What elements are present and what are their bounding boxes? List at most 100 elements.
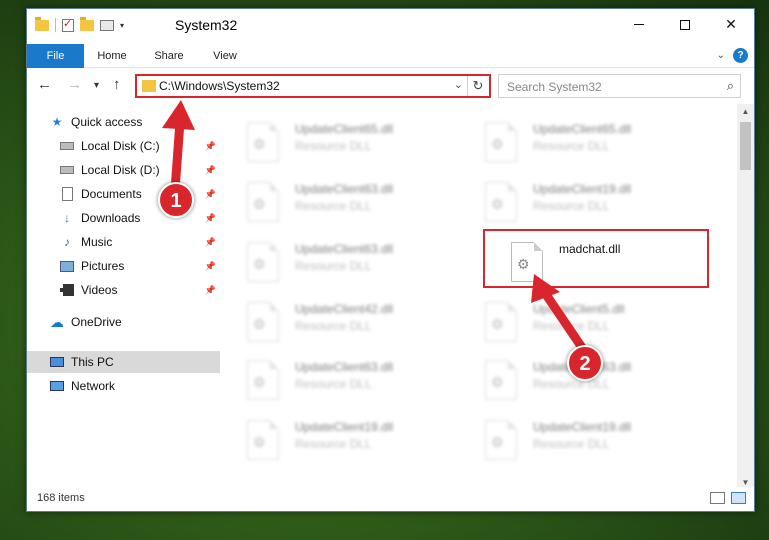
tab-home[interactable]: Home <box>89 44 135 68</box>
dll-file-icon: ⚙ <box>485 420 517 460</box>
minimize-icon <box>634 24 644 25</box>
file-name: UpdateClient19.dll <box>533 182 632 196</box>
back-arrow-icon[interactable]: ← <box>37 76 52 93</box>
file-item[interactable]: ⚙ UpdateClient65.dll Resource DLL <box>223 112 453 164</box>
minimize-button[interactable] <box>616 9 662 40</box>
file-name: UpdateClient65.dll <box>533 122 632 136</box>
sidebar-item-this-pc[interactable]: This PC <box>27 351 220 373</box>
file-type: Resource DLL <box>295 437 372 451</box>
sidebar-item-label: OneDrive <box>71 315 122 329</box>
item-count: 168 items <box>37 492 85 504</box>
sidebar-item-network[interactable]: Network <box>27 375 220 397</box>
search-icon[interactable]: ⌕ <box>727 78 734 94</box>
refresh-icon[interactable]: ↻ <box>467 76 488 96</box>
search-placeholder: Search System32 <box>507 80 602 94</box>
step-2-badge: 2 <box>567 345 603 381</box>
dll-file-icon: ⚙ <box>247 360 279 400</box>
vertical-scrollbar[interactable]: ▲ ▼ <box>737 104 754 491</box>
file-item[interactable]: ⚙ UpdateClient5.dll Resource DLL <box>461 292 691 344</box>
sidebar-item-videos[interactable]: Videos 📌 <box>27 279 220 301</box>
forward-arrow-icon[interactable]: → <box>67 76 82 93</box>
file-item[interactable]: ⚙ UpdateClient63.dll Resource DLL <box>223 232 453 284</box>
dll-file-icon: ⚙ <box>247 122 279 162</box>
scrollbar-thumb[interactable] <box>740 122 751 170</box>
dll-file-icon: ⚙ <box>485 122 517 162</box>
file-item[interactable]: ⚙ UpdateClient19.dll Resource DLL <box>461 410 691 462</box>
pin-icon[interactable]: 📌 <box>205 261 216 272</box>
sidebar-item-label: Music <box>81 235 113 249</box>
sidebar-item-downloads[interactable]: ↓ Downloads 📌 <box>27 207 220 229</box>
sidebar-item-label: Quick access <box>71 115 143 129</box>
sidebar-item-local-disk-d[interactable]: Local Disk (D:) 📌 <box>27 159 220 181</box>
sidebar-item-label: Documents <box>81 187 142 201</box>
expand-ribbon-icon[interactable]: ⌄ <box>717 50 725 61</box>
videos-icon <box>59 283 75 297</box>
properties-icon[interactable] <box>100 19 114 31</box>
status-bar: 168 items <box>27 487 754 511</box>
sidebar-item-onedrive[interactable]: ☁ OneDrive <box>27 311 220 333</box>
file-item[interactable]: ⚙ UpdateClient65.dll Resource DLL <box>461 112 691 164</box>
file-item[interactable]: ⚙ UpdateClient63.dll Resource DLL <box>223 350 453 402</box>
pin-icon[interactable]: 📌 <box>205 189 216 200</box>
address-dropdown-icon[interactable]: ⌄ <box>454 78 463 91</box>
file-item[interactable]: ⚙ UpdateClient63.dll Resource DLL <box>223 172 453 224</box>
folder-icon <box>35 16 49 31</box>
maximize-button[interactable] <box>662 9 708 40</box>
sidebar-item-quick-access[interactable]: ★ Quick access <box>27 111 220 133</box>
address-bar[interactable]: C:\Windows\System32 ⌄ ↻ <box>135 74 491 98</box>
pin-icon[interactable]: 📌 <box>205 165 216 176</box>
music-icon: ♪ <box>64 235 70 249</box>
address-path[interactable]: C:\Windows\System32 <box>159 79 280 93</box>
sidebar-item-local-disk-c[interactable]: Local Disk (C:) 📌 <box>27 135 220 157</box>
sidebar-item-label: Local Disk (C:) <box>81 139 160 153</box>
network-icon <box>49 379 65 393</box>
file-name: UpdateClient19.dll <box>533 420 632 434</box>
search-input[interactable]: Search System32 ⌕ <box>498 74 741 98</box>
help-icon[interactable]: ? <box>733 48 748 63</box>
close-button[interactable]: ✕ <box>708 9 754 40</box>
pin-icon[interactable]: 📌 <box>205 237 216 248</box>
sidebar-item-music[interactable]: ♪ Music 📌 <box>27 231 220 253</box>
file-name: UpdateClient5.dll <box>533 302 625 316</box>
properties-check-icon[interactable] <box>62 17 74 32</box>
file-item[interactable]: ⚙ UpdateClient19.dll Resource DLL <box>461 172 691 224</box>
sidebar-item-pictures[interactable]: Pictures 📌 <box>27 255 220 277</box>
pin-icon[interactable]: 📌 <box>205 141 216 152</box>
maximize-icon <box>680 19 690 30</box>
ribbon-right-controls: ⌄ ? <box>717 48 748 63</box>
file-type: Resource DLL <box>533 199 610 213</box>
step-1-badge: 1 <box>158 182 194 218</box>
dll-file-icon: ⚙ <box>247 420 279 460</box>
file-name: UpdateClient42.dll <box>295 302 394 316</box>
file-item[interactable]: ⚙ UpdateClient19.dll Resource DLL <box>223 410 453 462</box>
details-view-icon[interactable] <box>710 492 725 504</box>
pictures-icon <box>59 259 75 273</box>
title-bar: ▾ System32 ✕ <box>27 9 754 40</box>
file-item[interactable]: ⚙ UpdateClient42.dll Resource DLL <box>223 292 453 344</box>
file-name: UpdateClient63.dll <box>295 182 394 196</box>
sidebar-item-label: This PC <box>71 355 114 369</box>
sidebar-item-label: Downloads <box>81 211 141 225</box>
pin-icon[interactable]: 📌 <box>205 285 216 296</box>
sidebar-item-label: Videos <box>81 283 118 297</box>
pin-icon[interactable]: 📌 <box>205 213 216 224</box>
tab-share[interactable]: Share <box>145 44 193 68</box>
file-name: UpdateClient19.dll <box>295 420 394 434</box>
dll-file-icon: ⚙ <box>485 182 517 222</box>
tab-file[interactable]: File <box>27 44 84 68</box>
view-toggle <box>710 492 746 504</box>
documents-icon <box>59 187 75 201</box>
tab-view[interactable]: View <box>203 44 247 68</box>
navigation-bar: ← → ▾ ↑ C:\Windows\System32 ⌄ ↻ Search S… <box>27 71 754 101</box>
up-arrow-icon[interactable]: ↑ <box>113 76 121 93</box>
customize-toolbar-icon[interactable]: ▾ <box>120 21 124 30</box>
new-folder-icon[interactable] <box>80 16 94 31</box>
large-icons-view-icon[interactable] <box>731 492 746 504</box>
scroll-up-icon[interactable]: ▲ <box>737 104 754 120</box>
window-title: System32 <box>175 17 238 33</box>
recent-locations-icon[interactable]: ▾ <box>94 80 99 91</box>
file-name: UpdateClient65.dll <box>295 122 394 136</box>
quick-access-toolbar: ▾ <box>35 16 124 32</box>
ribbon-tabs: File Home Share View ⌄ ? <box>27 44 754 68</box>
drive-icon <box>59 139 75 153</box>
